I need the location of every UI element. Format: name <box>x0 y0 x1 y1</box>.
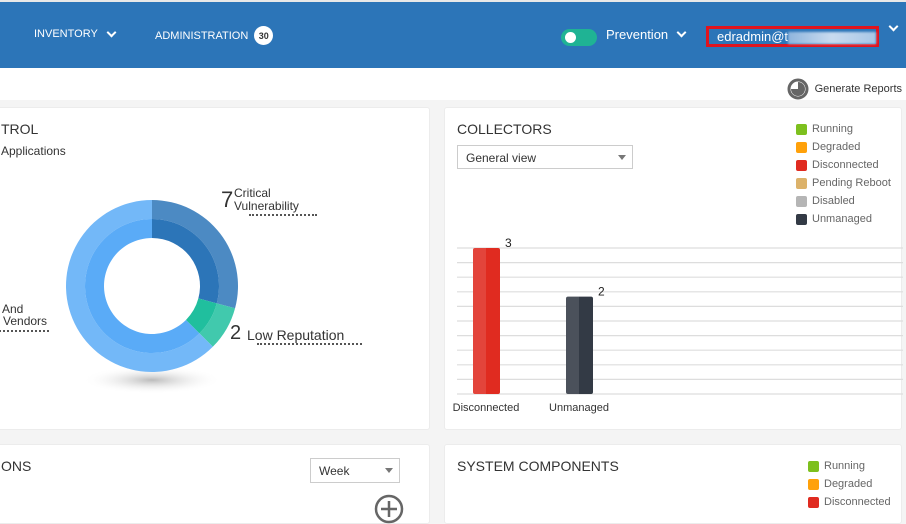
swatch <box>808 496 819 508</box>
leader-line <box>0 330 49 332</box>
system-components-legend: Running Degraded Disconnected <box>808 457 891 511</box>
collectors-panel: COLLECTORS General view Running Degraded… <box>444 107 903 430</box>
swatch <box>808 460 819 472</box>
redacted-text <box>788 31 877 44</box>
bar-category-label: Disconnected <box>453 402 520 414</box>
swatch <box>808 478 819 490</box>
communications-panel: ONS Week <box>0 444 430 524</box>
user-menu[interactable]: edradmin@t <box>706 26 879 47</box>
bar[interactable] <box>473 248 500 394</box>
legend-item[interactable]: Disconnected <box>808 493 891 511</box>
notification-badge: 30 <box>254 26 274 45</box>
period-select[interactable]: Week <box>310 458 400 483</box>
chevron-down-icon <box>676 27 687 38</box>
application-control-panel: TROL Applications 7 Critical Vulnerabili… <box>0 107 430 430</box>
critical-count: 7 <box>221 187 234 212</box>
legend-item[interactable]: Running <box>808 457 891 475</box>
vendors-label-2: Vendors <box>3 314 48 328</box>
legend-label: Degraded <box>824 478 873 490</box>
period-select-value: Week <box>319 464 350 478</box>
donut-chart <box>66 200 239 394</box>
low-reputation-count: 2 <box>230 322 242 344</box>
panel-title: ONS <box>1 458 32 474</box>
top-nav-bar: INVENTORY ADMINISTRATION 30 Prevention e… <box>0 0 906 68</box>
bar[interactable] <box>566 296 593 394</box>
chevron-down-icon <box>106 27 117 37</box>
user-name: edradmin@t <box>717 29 789 44</box>
user-menu-chevron[interactable] <box>886 21 901 32</box>
generate-reports-button[interactable]: Generate Reports <box>787 78 902 100</box>
bar-category-label: Unmanaged <box>549 402 609 414</box>
leader-line <box>257 343 362 345</box>
caret-down-icon <box>385 468 393 473</box>
bar-highlight <box>566 296 579 394</box>
nav-inventory-label: INVENTORY <box>34 28 98 40</box>
critical-label-2: Vulnerability <box>234 199 299 213</box>
panel-title: SYSTEM COMPONENTS <box>457 458 619 474</box>
bar-data-label: 3 <box>505 236 512 250</box>
legend-label: Running <box>824 460 865 472</box>
bar-data-label: 2 <box>598 285 605 299</box>
nav-inventory[interactable]: INVENTORY <box>34 27 119 40</box>
low-reputation-label: Low Reputation <box>247 327 345 343</box>
prevention-toggle[interactable] <box>561 29 597 46</box>
mode-label: Prevention <box>606 27 669 42</box>
nav-administration-label: ADMINISTRATION <box>155 29 249 42</box>
collectors-bar-chart: 3 Disconnected 2 Unmanaged <box>453 236 903 414</box>
nav-administration[interactable]: ADMINISTRATION 30 <box>155 26 274 45</box>
legend-label: Disconnected <box>824 496 891 508</box>
chevron-down-icon <box>888 21 899 32</box>
add-icon[interactable] <box>374 494 404 524</box>
generate-reports-label: Generate Reports <box>814 83 902 95</box>
leader-line <box>249 214 317 216</box>
critical-label-1: Critical <box>234 186 271 200</box>
legend-item[interactable]: Degraded <box>808 475 891 493</box>
mode-dropdown[interactable]: Prevention <box>606 27 689 42</box>
bar-highlight <box>473 248 486 394</box>
report-pie-icon <box>787 78 809 100</box>
toolbar <box>0 68 906 100</box>
system-components-panel: SYSTEM COMPONENTS Running Degraded Disco… <box>444 444 902 524</box>
